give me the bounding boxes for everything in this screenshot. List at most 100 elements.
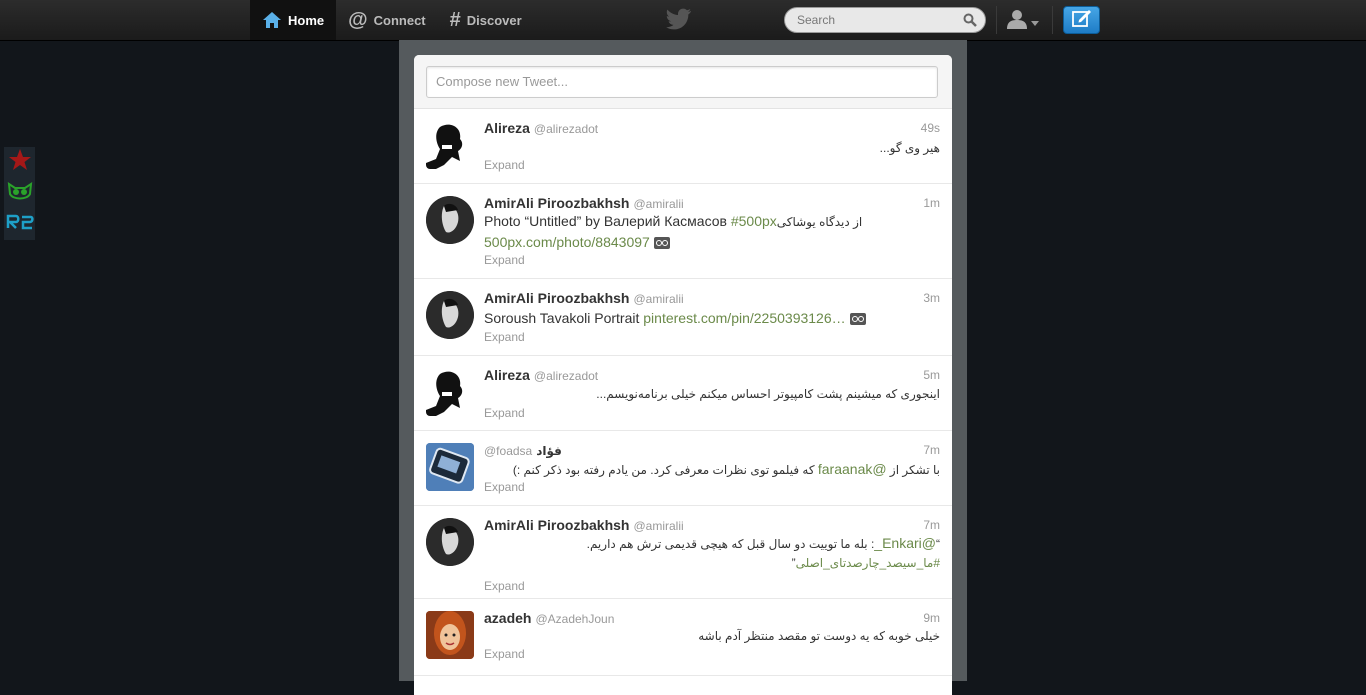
tweet-time[interactable]: 7m — [923, 443, 940, 457]
tweet-time[interactable]: 3m — [923, 291, 940, 305]
tweet-text-part: با تشکر از — [886, 463, 940, 477]
author-name: فؤاد — [536, 444, 562, 458]
tweet-time[interactable]: 49s — [921, 121, 940, 135]
nav-connect[interactable]: @ Connect — [336, 0, 438, 40]
author-name: azadeh — [484, 610, 532, 626]
url-link[interactable]: 500px.com/photo/8843097 — [484, 234, 650, 250]
avatar[interactable] — [426, 196, 474, 244]
tweet-text: اینجوری که میشینم پشت کامپیوتر احساس میک… — [596, 387, 940, 401]
tweet-item[interactable]: Alireza @alirezadot 49s هیر وی گو... Expa… — [414, 109, 952, 184]
divider — [1052, 6, 1053, 34]
author-handle: @foadsa — [484, 444, 533, 458]
author-handle: @amiralii — [633, 519, 684, 533]
mention-link[interactable]: @Enkari_ — [874, 535, 936, 551]
expand-link[interactable]: Expand — [484, 330, 525, 344]
chevron-down-icon — [1031, 13, 1039, 31]
compose-tweet-input[interactable] — [426, 66, 938, 98]
nav-home-label: Home — [288, 12, 325, 28]
tweet-author[interactable]: AmirAli Piroozbakhsh @amiralii — [484, 517, 684, 533]
star-icon — [8, 148, 32, 177]
tweet-text-part: Photo “Untitled” by Валерий Касмасов — [484, 213, 731, 229]
tweet-item[interactable]: azadeh @AzadehJoun 9m خیلی خوبه که یه دوس… — [414, 599, 952, 676]
tweet-text-part: که فیلمو توی نظرات معرفی کرد. من یادم رف… — [512, 463, 818, 477]
tweet-item[interactable]: AmirAli Piroozbakhsh @amiralii 1m Photo “… — [414, 184, 952, 279]
logo-icon — [6, 212, 34, 237]
author-handle: @alirezadot — [533, 369, 599, 383]
divider — [996, 6, 997, 34]
author-name: AmirAli Piroozbakhsh — [484, 290, 630, 306]
twitter-bird-icon[interactable] — [666, 8, 692, 35]
tweet-text-part: : بله ما توییت دو سال قبل که هیچی قدیمی … — [586, 537, 875, 551]
author-name: AmirAli Piroozbakhsh — [484, 517, 630, 533]
user-icon — [1006, 9, 1028, 34]
top-bar: Home @ Connect # Discover — [0, 0, 1366, 41]
tweet-author[interactable]: azadeh @AzadehJoun — [484, 610, 614, 626]
media-icon[interactable] — [849, 313, 866, 326]
author-handle: @AzadehJoun — [535, 612, 615, 626]
dock-item-logo[interactable] — [4, 209, 35, 240]
author-handle: @amiralii — [633, 292, 684, 306]
tweet-text: Soroush Tavakoli Portrait pinterest.com/… — [484, 308, 940, 328]
tweet-author[interactable]: AmirAli Piroozbakhsh @amiralii — [484, 290, 684, 306]
tweet-text: Photo “Untitled” by Валерий Касмасов #50… — [484, 211, 940, 252]
dock-item-star[interactable] — [4, 147, 35, 178]
media-icon[interactable] — [653, 237, 670, 250]
left-dock — [4, 147, 35, 240]
author-name: AmirAli Piroozbakhsh — [484, 195, 630, 211]
expand-link[interactable]: Expand — [484, 158, 525, 172]
timeline: Alireza@alirezadot 49s هیر وی گو... Expa… — [414, 55, 952, 695]
avatar[interactable] — [426, 611, 474, 659]
tweet-time[interactable]: 7m — [923, 518, 940, 532]
hashtag-link[interactable]: #500px — [731, 213, 777, 229]
search-input[interactable] — [795, 12, 967, 28]
tweet-item[interactable]: AmirAli Piroozbakhsh @amiralii 3m Soroush… — [414, 279, 952, 356]
nav-discover-label: Discover — [466, 12, 522, 28]
tweet-time[interactable]: 9m — [923, 611, 940, 625]
tweet-author[interactable]: @foadsa فؤاد — [484, 442, 562, 458]
tweet-text: با تشکر از @faraanak که فیلمو توی نظرات … — [484, 459, 940, 480]
tweet-time[interactable]: 1m — [923, 196, 940, 210]
hash-icon: # — [449, 8, 461, 31]
tweet-author[interactable]: AmirAli Piroozbakhsh @amiralii — [484, 195, 684, 211]
search-box — [784, 7, 986, 33]
avatar[interactable] — [426, 121, 474, 169]
tweet-item[interactable]: @foadsa فؤاد 7m با تشکر از @faraanak که ف… — [414, 431, 952, 506]
url-link[interactable]: pinterest.com/pin/2250393126… — [643, 310, 845, 326]
search-icon[interactable] — [963, 13, 977, 32]
author-name: Alireza — [484, 367, 530, 383]
tweet-text: هیر وی گو... — [879, 141, 940, 155]
compose-icon — [1071, 9, 1092, 32]
expand-link[interactable]: Expand — [484, 406, 525, 420]
tweet-author[interactable]: Alireza @alirezadot — [484, 120, 598, 136]
compose-tweet-button[interactable] — [1063, 6, 1100, 34]
tweet-text: خیلی خوبه که یه دوست تو مقصد منتظر آدم ب… — [698, 629, 940, 643]
expand-link[interactable]: Expand — [484, 480, 525, 494]
expand-link[interactable]: Expand — [484, 579, 525, 593]
tweet-item[interactable]: Alireza @alirezadot 5m اینجوری که میشینم … — [414, 356, 952, 431]
tweet-text-part: Soroush Tavakoli Portrait — [484, 310, 644, 326]
tweet-item[interactable]: AmirAli Piroozbakhsh @amiralii 7m “@Enkar… — [414, 506, 952, 599]
at-icon: @ — [348, 8, 368, 31]
author-handle: @amiralii — [633, 197, 684, 211]
avatar[interactable] — [426, 518, 474, 566]
tweet-time[interactable]: 5m — [923, 368, 940, 382]
expand-link[interactable]: Expand — [484, 647, 525, 661]
dock-item-owl[interactable] — [4, 178, 35, 209]
avatar[interactable] — [426, 291, 474, 339]
mention-link[interactable]: @faraanak — [818, 461, 887, 477]
home-icon — [262, 11, 282, 29]
user-menu[interactable] — [1006, 9, 1039, 34]
global-nav: Home @ Connect # Discover — [250, 0, 534, 40]
nav-connect-label: Connect — [373, 12, 426, 28]
avatar[interactable] — [426, 368, 474, 416]
author-name: Alireza — [484, 120, 530, 136]
avatar[interactable] — [426, 443, 474, 491]
tweet-author[interactable]: Alireza @alirezadot — [484, 367, 598, 383]
tweet-text: “@Enkari_: بله ما توییت دو سال قبل که هی… — [586, 535, 940, 570]
expand-link[interactable]: Expand — [484, 253, 525, 267]
nav-home[interactable]: Home — [250, 0, 337, 40]
nav-discover[interactable]: # Discover — [438, 0, 534, 40]
hashtag-link[interactable]: #ما_سیصد_چارصدتای_اصلی — [796, 556, 940, 570]
author-handle: @alirezadot — [533, 122, 599, 136]
owl-icon — [7, 180, 33, 207]
